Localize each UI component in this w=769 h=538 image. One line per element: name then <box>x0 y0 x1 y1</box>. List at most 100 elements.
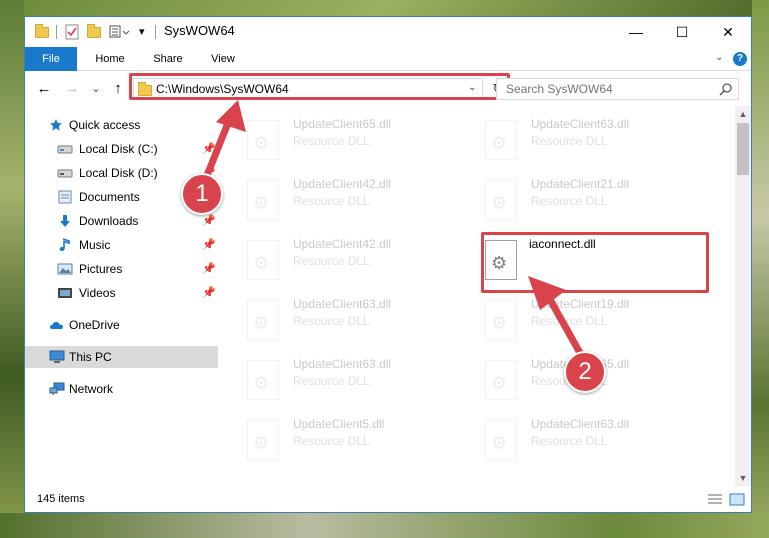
cloud-icon <box>49 318 65 332</box>
pin-icon[interactable]: 📌 <box>202 214 216 227</box>
window-title: SysWOW64 <box>164 23 235 38</box>
pictures-icon <box>57 262 73 276</box>
dll-file-icon: ⚙ <box>247 300 279 340</box>
dll-file-icon: ⚙ <box>485 120 517 160</box>
tab-share[interactable]: Share <box>143 47 193 71</box>
title-bar[interactable]: ▾ SysWOW64 — ☐ ✕ <box>25 17 751 47</box>
minimize-button[interactable]: — <box>613 17 659 47</box>
tiles-view-icon[interactable] <box>729 493 745 506</box>
file-item[interactable]: ⚙ UpdateClient21.dll Resource DLL <box>459 174 689 230</box>
step-badge-2: 2 <box>564 351 606 393</box>
file-item[interactable]: ⚙ UpdateClient63.dll Resource DLL <box>221 294 451 350</box>
ribbon-tabs: File Home Share View ⌄ ? <box>25 47 751 71</box>
sidebar-item-label: Quick access <box>69 118 141 132</box>
file-type: Resource DLL <box>531 134 608 148</box>
sidebar-item-label: Documents <box>79 190 140 204</box>
sidebar-item-pictures[interactable]: Pictures 📌 <box>25 258 218 280</box>
dll-file-icon: ⚙ <box>247 420 279 460</box>
folder-icon <box>35 24 49 40</box>
sidebar-item-music[interactable]: Music 📌 <box>25 234 218 256</box>
file-type: Resource DLL <box>531 434 608 448</box>
sidebar-item-this-pc[interactable]: This PC <box>25 346 218 368</box>
file-name: UpdateClient21.dll <box>531 177 630 191</box>
toolbar-separator <box>155 25 156 39</box>
status-bar: 145 items <box>25 486 751 512</box>
file-name: UpdateClient42.dll <box>293 177 392 191</box>
vertical-scrollbar[interactable]: ▲ ▼ <box>735 106 751 486</box>
download-icon <box>57 214 73 228</box>
scrollbar-thumb[interactable] <box>737 123 749 175</box>
step-badge-1: 1 <box>181 173 223 215</box>
file-item[interactable]: ⚙ UpdateClient42.dll Resource DLL <box>221 234 451 290</box>
file-name: UpdateClient42.dll <box>293 237 392 251</box>
file-name: UpdateClient5.dll <box>293 417 385 431</box>
videos-icon <box>57 286 73 300</box>
sidebar-item-label: Local Disk (D:) <box>79 166 158 180</box>
tab-view[interactable]: View <box>201 47 245 71</box>
pin-icon[interactable]: 📌 <box>202 286 216 299</box>
file-type: Resource DLL <box>531 194 608 208</box>
search-input[interactable] <box>497 79 707 99</box>
music-icon <box>57 238 73 252</box>
file-item[interactable]: ⚙ UpdateClient63.dll Resource DLL <box>459 114 689 170</box>
file-name: UpdateClient63.dll <box>293 357 392 371</box>
file-name: UpdateClient63.dll <box>293 297 392 311</box>
new-folder-icon[interactable] <box>87 24 101 40</box>
customize-toolbar-icon[interactable] <box>109 24 131 40</box>
desktop-background-right <box>752 0 769 538</box>
back-button[interactable]: ← <box>35 80 53 98</box>
sidebar-item-label: This PC <box>69 350 112 364</box>
pin-icon[interactable]: 📌 <box>202 238 216 251</box>
file-item[interactable]: ⚙ UpdateClient5.dll Resource DLL <box>221 414 451 470</box>
file-item[interactable]: ⚙ UpdateClient63.dll Resource DLL <box>459 414 689 470</box>
dll-file-icon: ⚙ <box>485 420 517 460</box>
dll-file-icon: ⚙ <box>485 180 517 220</box>
drive-icon <box>57 166 73 180</box>
sidebar-item-label: Pictures <box>79 262 123 276</box>
sidebar-item-label: Network <box>69 382 114 396</box>
up-button[interactable]: ↑ <box>109 80 127 98</box>
search-box[interactable] <box>496 78 739 100</box>
scroll-down-icon[interactable]: ▼ <box>735 470 751 486</box>
sidebar-item-label: Videos <box>79 286 116 300</box>
sidebar-item-downloads[interactable]: Downloads 📌 <box>25 210 218 232</box>
file-type: Resource DLL <box>293 254 370 268</box>
file-item[interactable]: ⚙ UpdateClient63.dll Resource DLL <box>221 354 451 410</box>
toolbar-separator <box>56 25 57 39</box>
documents-icon <box>57 190 73 204</box>
chevron-down-icon[interactable]: ▾ <box>139 24 145 40</box>
sidebar-item-label: Local Disk (C:) <box>79 142 158 156</box>
tab-file[interactable]: File <box>25 47 77 71</box>
maximize-button[interactable]: ☐ <box>659 17 705 47</box>
file-name: UpdateClient63.dll <box>531 417 630 431</box>
dll-file-icon: ⚙ <box>247 360 279 400</box>
file-type: Resource DLL <box>293 434 370 448</box>
forward-button[interactable]: → <box>63 80 81 98</box>
search-icon[interactable] <box>719 82 733 99</box>
file-type: Resource DLL <box>293 134 370 148</box>
expand-ribbon-icon[interactable]: ⌄ <box>715 52 723 63</box>
file-name: UpdateClient63.dll <box>531 117 630 131</box>
sidebar-item-label: Music <box>79 238 111 252</box>
sidebar-item-videos[interactable]: Videos 📌 <box>25 282 218 304</box>
pin-icon[interactable]: 📌 <box>202 262 216 275</box>
file-list: ⚙ UpdateClient65.dll Resource DLL ⚙ Upda… <box>221 106 735 486</box>
sidebar-item-network[interactable]: Network <box>25 378 218 400</box>
dll-file-icon: ⚙ <box>247 240 279 280</box>
item-count: 145 items <box>37 493 85 505</box>
scroll-up-icon[interactable]: ▲ <box>735 106 751 122</box>
file-type: Resource DLL <box>293 194 370 208</box>
details-view-icon[interactable] <box>707 493 723 506</box>
sidebar-item-onedrive[interactable]: OneDrive <box>25 314 218 336</box>
recent-locations-button[interactable]: ⌄ <box>87 80 105 98</box>
tab-home[interactable]: Home <box>87 47 133 71</box>
sidebar-item-label: OneDrive <box>69 318 120 332</box>
star-icon <box>49 118 65 132</box>
help-icon[interactable]: ? <box>733 52 747 66</box>
computer-icon <box>49 350 65 364</box>
file-explorer-window: ▾ SysWOW64 — ☐ ✕ File Home Share View ⌄ … <box>24 16 752 513</box>
close-button[interactable]: ✕ <box>705 17 751 47</box>
address-bar-row: ← → ⌄ ↑ C:\Windows\SysWOW64 ⌄ ↻ <box>25 72 751 106</box>
file-name: UpdateClient65.dll <box>293 117 392 131</box>
properties-icon[interactable] <box>65 24 79 40</box>
